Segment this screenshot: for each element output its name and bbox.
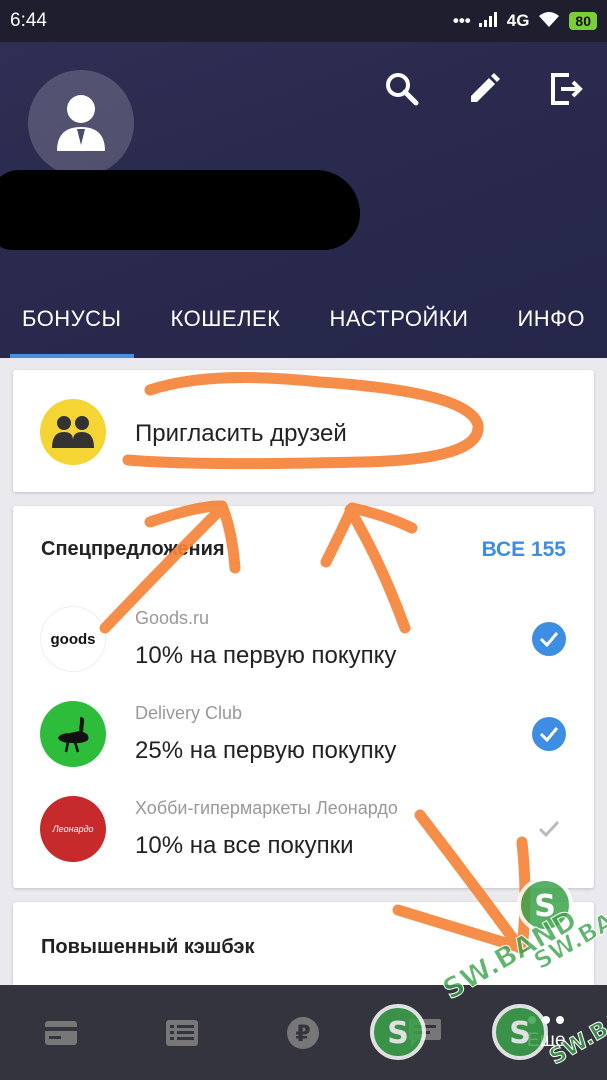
- offer-brand: Delivery Club: [135, 703, 243, 723]
- network-type: 4G: [506, 11, 530, 30]
- tab-info[interactable]: ИНФО: [505, 292, 597, 358]
- check-icon: [532, 717, 566, 751]
- status-time: 6:44: [10, 10, 47, 31]
- tab-settings[interactable]: НАСТРОЙКИ: [318, 292, 481, 358]
- offers-title: Спецпредложения: [41, 538, 225, 560]
- nav-more-label: Еще: [526, 1029, 566, 1051]
- bottom-nav: ₽ Еще: [0, 985, 607, 1080]
- offers-all-link[interactable]: ВСЕ 155: [482, 538, 566, 562]
- tab-wallet[interactable]: КОШЕЛЕК: [159, 292, 293, 358]
- nav-ruble-icon[interactable]: ₽: [263, 993, 343, 1073]
- special-offers-card: Спецпредложения ВСЕ 155 goods Goods.ru 1…: [13, 506, 594, 888]
- status-bar: 6:44 ••• 4G 80: [0, 0, 607, 42]
- offer-description: 10% на первую покупку: [135, 642, 397, 669]
- more-dots-icon: [528, 1015, 565, 1024]
- svg-text:₽: ₽: [296, 1022, 311, 1047]
- nav-message-icon[interactable]: [385, 993, 465, 1073]
- cashback-title: Повышенный кэшбэк: [41, 936, 255, 958]
- offer-brand: Хобби-гипермаркеты Леонардо: [135, 798, 398, 818]
- offer-item-goods[interactable]: goods Goods.ru 10% на первую покупку: [13, 606, 594, 698]
- goods-logo: goods: [40, 606, 106, 672]
- invite-friends-card[interactable]: Пригласить друзей: [13, 370, 594, 492]
- friends-icon: [40, 399, 106, 465]
- search-icon[interactable]: [383, 70, 421, 108]
- user-icon: [57, 95, 105, 151]
- ostrich-icon: [58, 717, 89, 753]
- nav-more-button[interactable]: Еще: [506, 993, 586, 1073]
- wifi-icon: [537, 10, 561, 33]
- profile-header: БОНУСЫ КОШЕЛЕК НАСТРОЙКИ ИНФО: [0, 42, 607, 358]
- check-icon: [532, 812, 566, 846]
- avatar[interactable]: [28, 70, 134, 176]
- delivery-club-logo: [40, 701, 106, 767]
- tab-bonuses[interactable]: БОНУСЫ: [10, 292, 134, 358]
- offer-description: 10% на все покупки: [135, 832, 354, 859]
- signal-icon: [478, 11, 499, 32]
- offer-item-leonardo[interactable]: Леонардо Хобби-гипермаркеты Леонардо 10%…: [13, 796, 594, 888]
- logout-icon[interactable]: [547, 70, 585, 108]
- offer-description: 25% на первую покупку: [135, 737, 397, 764]
- tab-bar: БОНУСЫ КОШЕЛЕК НАСТРОЙКИ ИНФО: [0, 292, 607, 358]
- status-indicators: ••• 4G 80: [453, 10, 597, 33]
- nav-list-icon[interactable]: [142, 993, 222, 1073]
- edit-icon[interactable]: [465, 70, 503, 108]
- invite-friends-label: Пригласить друзей: [135, 420, 347, 447]
- header-actions: [383, 70, 585, 108]
- redacted-name: [0, 170, 360, 250]
- battery-indicator: 80: [569, 12, 597, 30]
- more-dots-icon: •••: [452, 11, 471, 30]
- nav-card-icon[interactable]: [21, 993, 101, 1073]
- offer-brand: Goods.ru: [135, 608, 210, 628]
- offer-item-delivery-club[interactable]: Delivery Club 25% на первую покупку: [13, 701, 594, 793]
- check-icon: [532, 622, 566, 656]
- leonardo-logo: Леонардо: [40, 796, 106, 862]
